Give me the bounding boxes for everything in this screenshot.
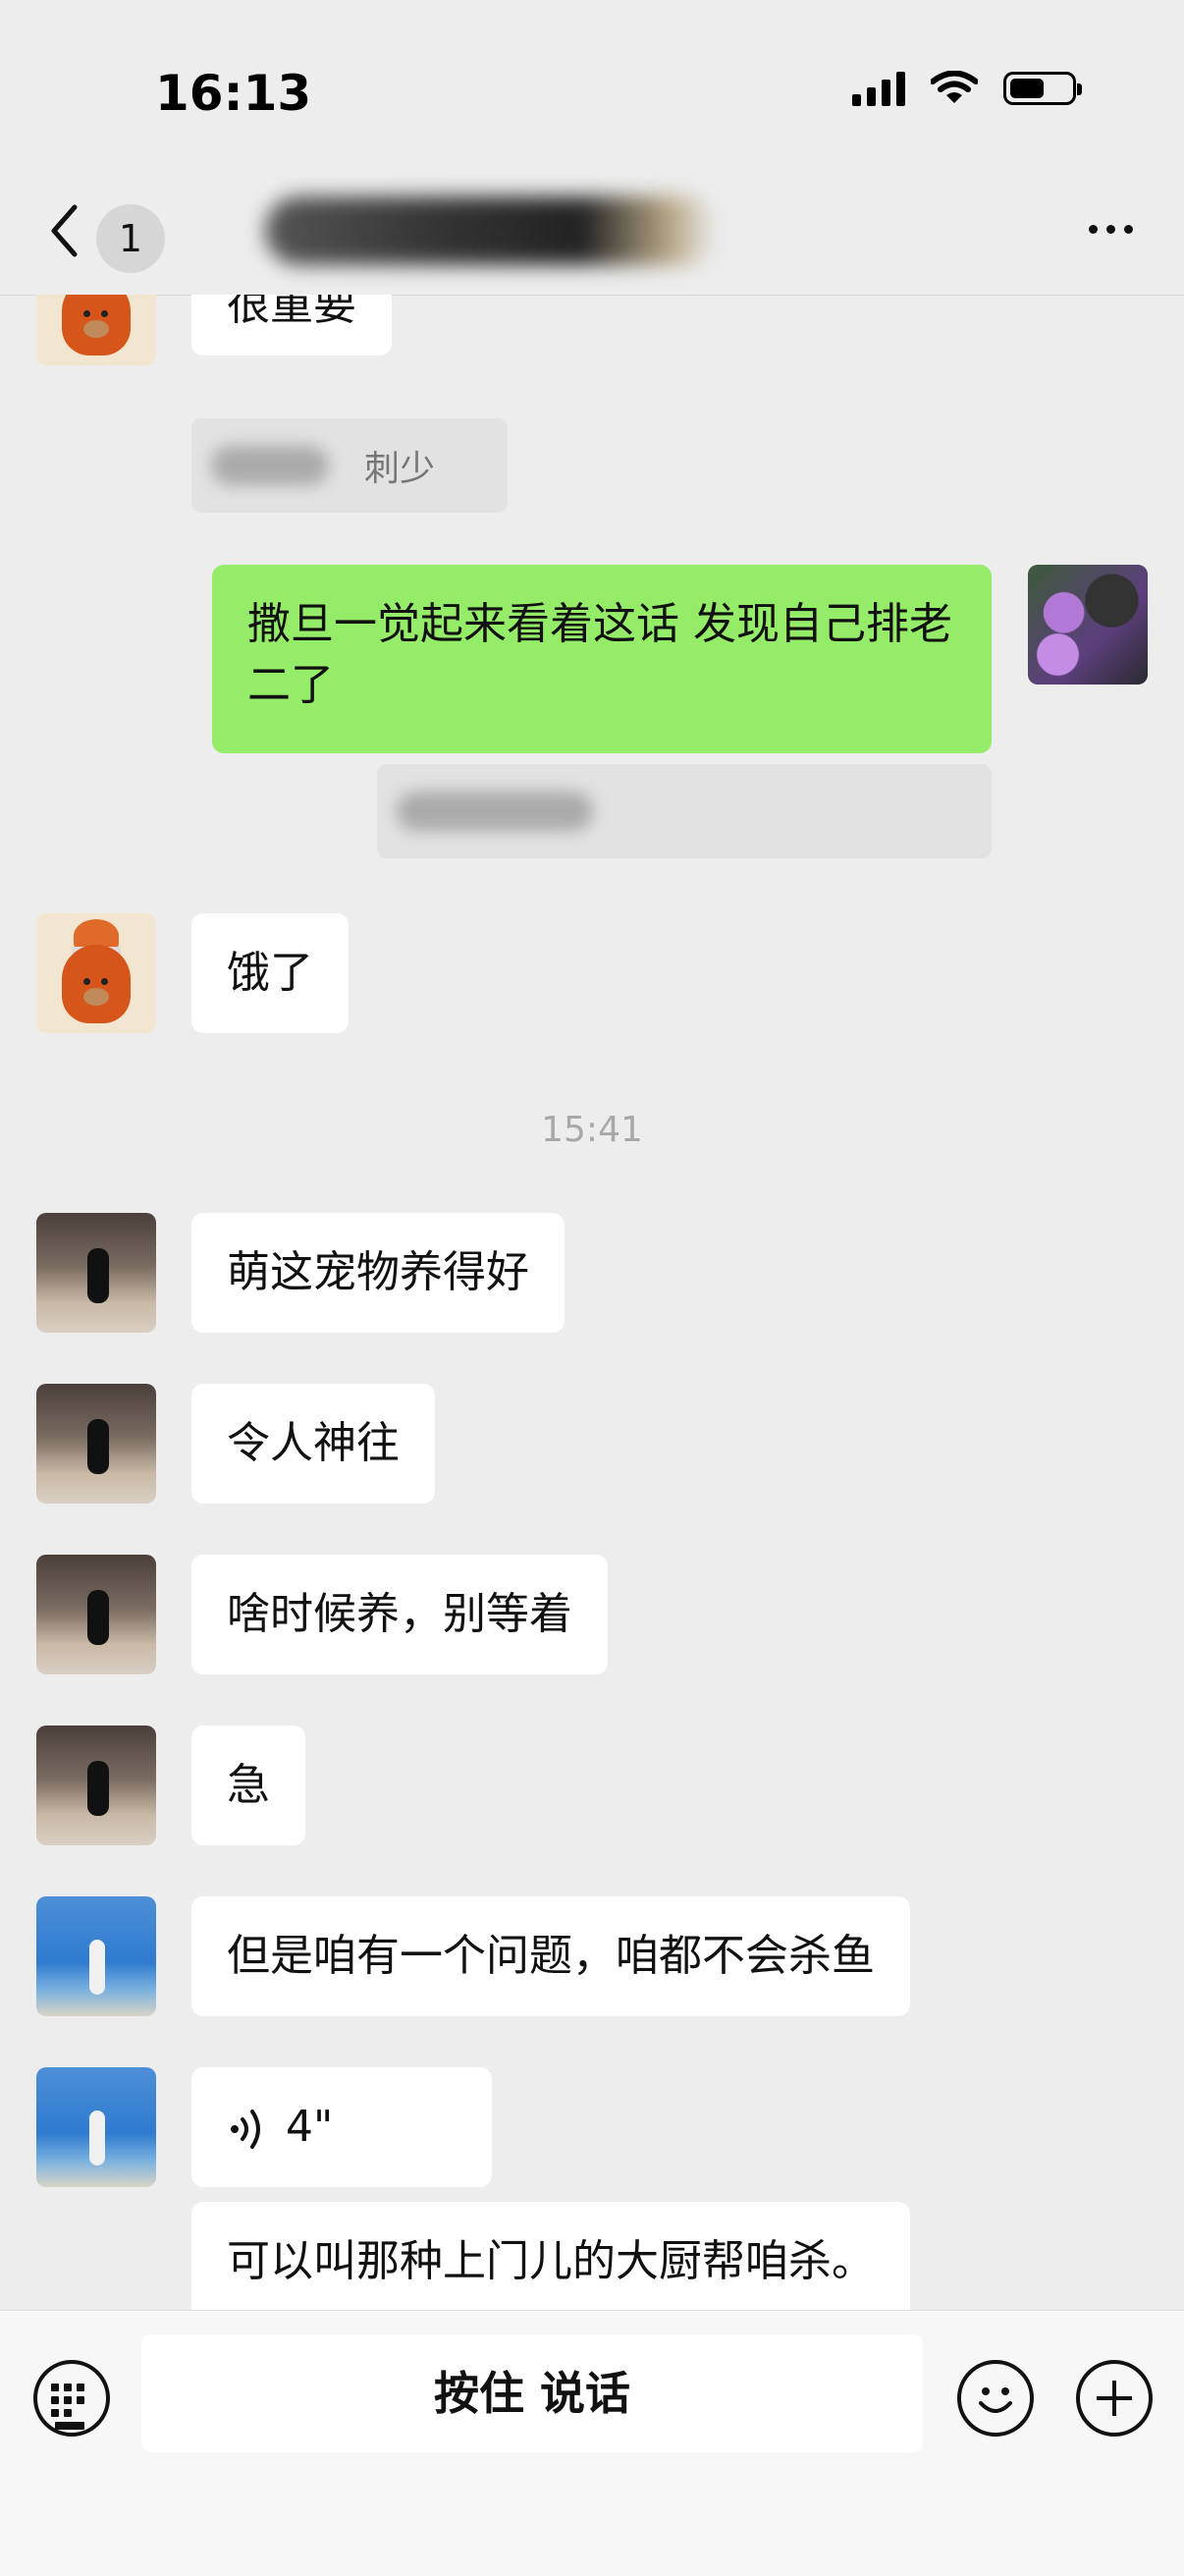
chat-title [265,196,717,265]
chevron-left-icon [51,204,78,257]
keyboard-toggle-button[interactable] [33,2360,110,2437]
emoji-button[interactable] [957,2360,1034,2437]
sea-avatar[interactable] [36,1896,156,2016]
message-bubble-sent[interactable]: 撒旦一觉起来看着这话 发现自己排老二了 [212,565,992,753]
flowers-avatar[interactable] [1028,565,1148,685]
voice-wave-icon [231,2110,260,2149]
cellular-signal-icon [852,71,905,106]
input-bar: 按住 说话 [0,2310,1184,2576]
plus-button[interactable] [1076,2360,1153,2437]
runner-avatar[interactable] [36,1213,156,1333]
back-button[interactable]: 1 [39,191,177,273]
hold-to-talk-button[interactable]: 按住 说话 [141,2334,923,2452]
message-timestamp: 15:41 [541,1110,643,1150]
runner-avatar[interactable] [36,1384,156,1504]
unread-count-badge: 1 [96,204,165,273]
sea-avatar[interactable] [36,2067,156,2187]
chat-header: 1 [0,177,1184,296]
battery-icon [1003,72,1082,105]
message-bubble[interactable]: 很重要 [191,295,392,356]
message-bubble[interactable]: 啥时候养，别等着 [191,1555,608,1674]
bear-avatar[interactable] [36,295,156,365]
message-bubble[interactable]: 令人神往 [191,1384,435,1504]
message-bubble[interactable]: 但是咱有一个问题，咱都不会杀鱼 [191,1896,910,2016]
quoted-reply-sent[interactable] [377,764,992,858]
emoji-icon [979,2387,1012,2413]
bear-avatar[interactable] [36,913,156,1033]
voice-duration: 4" [286,2102,334,2152]
message-bubble[interactable]: 饿了 [191,913,349,1033]
runner-avatar[interactable] [36,1726,156,1845]
keyboard-icon [51,2384,92,2430]
status-bar: 16:13 [0,0,1184,187]
message-bubble[interactable]: 可以叫那种上门儿的大厨帮咱杀。 [191,2202,910,2310]
blurred-name [397,792,593,831]
runner-avatar[interactable] [36,1555,156,1674]
more-options-button[interactable] [1076,204,1145,253]
voice-message-bubble[interactable]: 4" [191,2067,492,2187]
message-list[interactable]: 很重要 刺少 撒旦一觉起来看着这话 发现自己排老二了 饿了 15:41 萌这宠物… [0,295,1184,2310]
status-time: 16:13 [155,65,312,122]
wifi-icon [931,71,978,103]
quoted-reply[interactable]: 刺少 [191,418,508,513]
status-icons [852,71,1082,106]
message-bubble[interactable]: 急 [191,1726,305,1845]
blurred-name [211,446,329,485]
message-bubble[interactable]: 萌这宠物养得好 [191,1213,565,1333]
more-dots-icon [1088,224,1098,234]
quote-text: 刺少 [364,449,436,489]
